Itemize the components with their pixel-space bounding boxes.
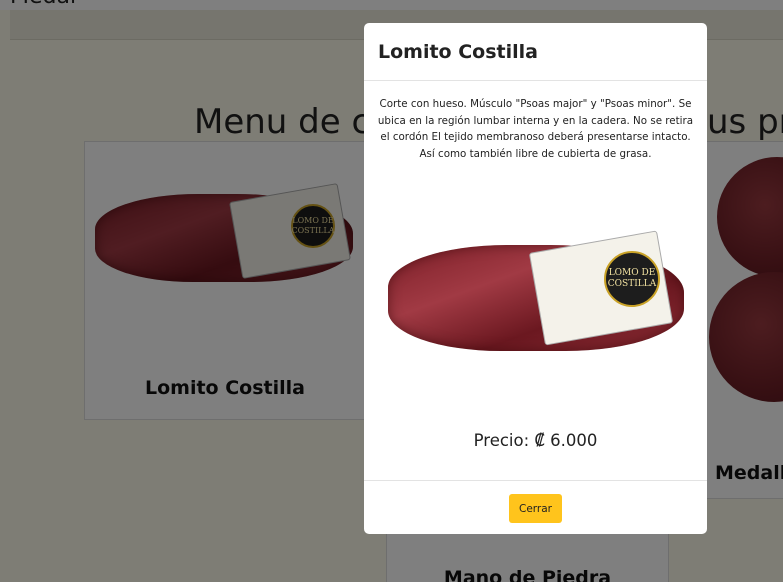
modal-price: Precio: ₡ 6.000 <box>473 431 598 450</box>
modal-product-image: LOMO DE COSTILLA <box>386 223 686 363</box>
modal-footer: Cerrar <box>364 480 707 534</box>
modal-title: Lomito Costilla <box>378 41 538 63</box>
modal-description: Corte con hueso. Músculo "Psoas major" y… <box>377 98 694 160</box>
close-button[interactable]: Cerrar <box>509 494 562 523</box>
modal-header: Lomito Costilla <box>364 23 707 81</box>
product-badge: LOMO DE COSTILLA <box>604 251 660 307</box>
product-modal: Lomito Costilla Corte con hueso. Músculo… <box>364 23 707 534</box>
